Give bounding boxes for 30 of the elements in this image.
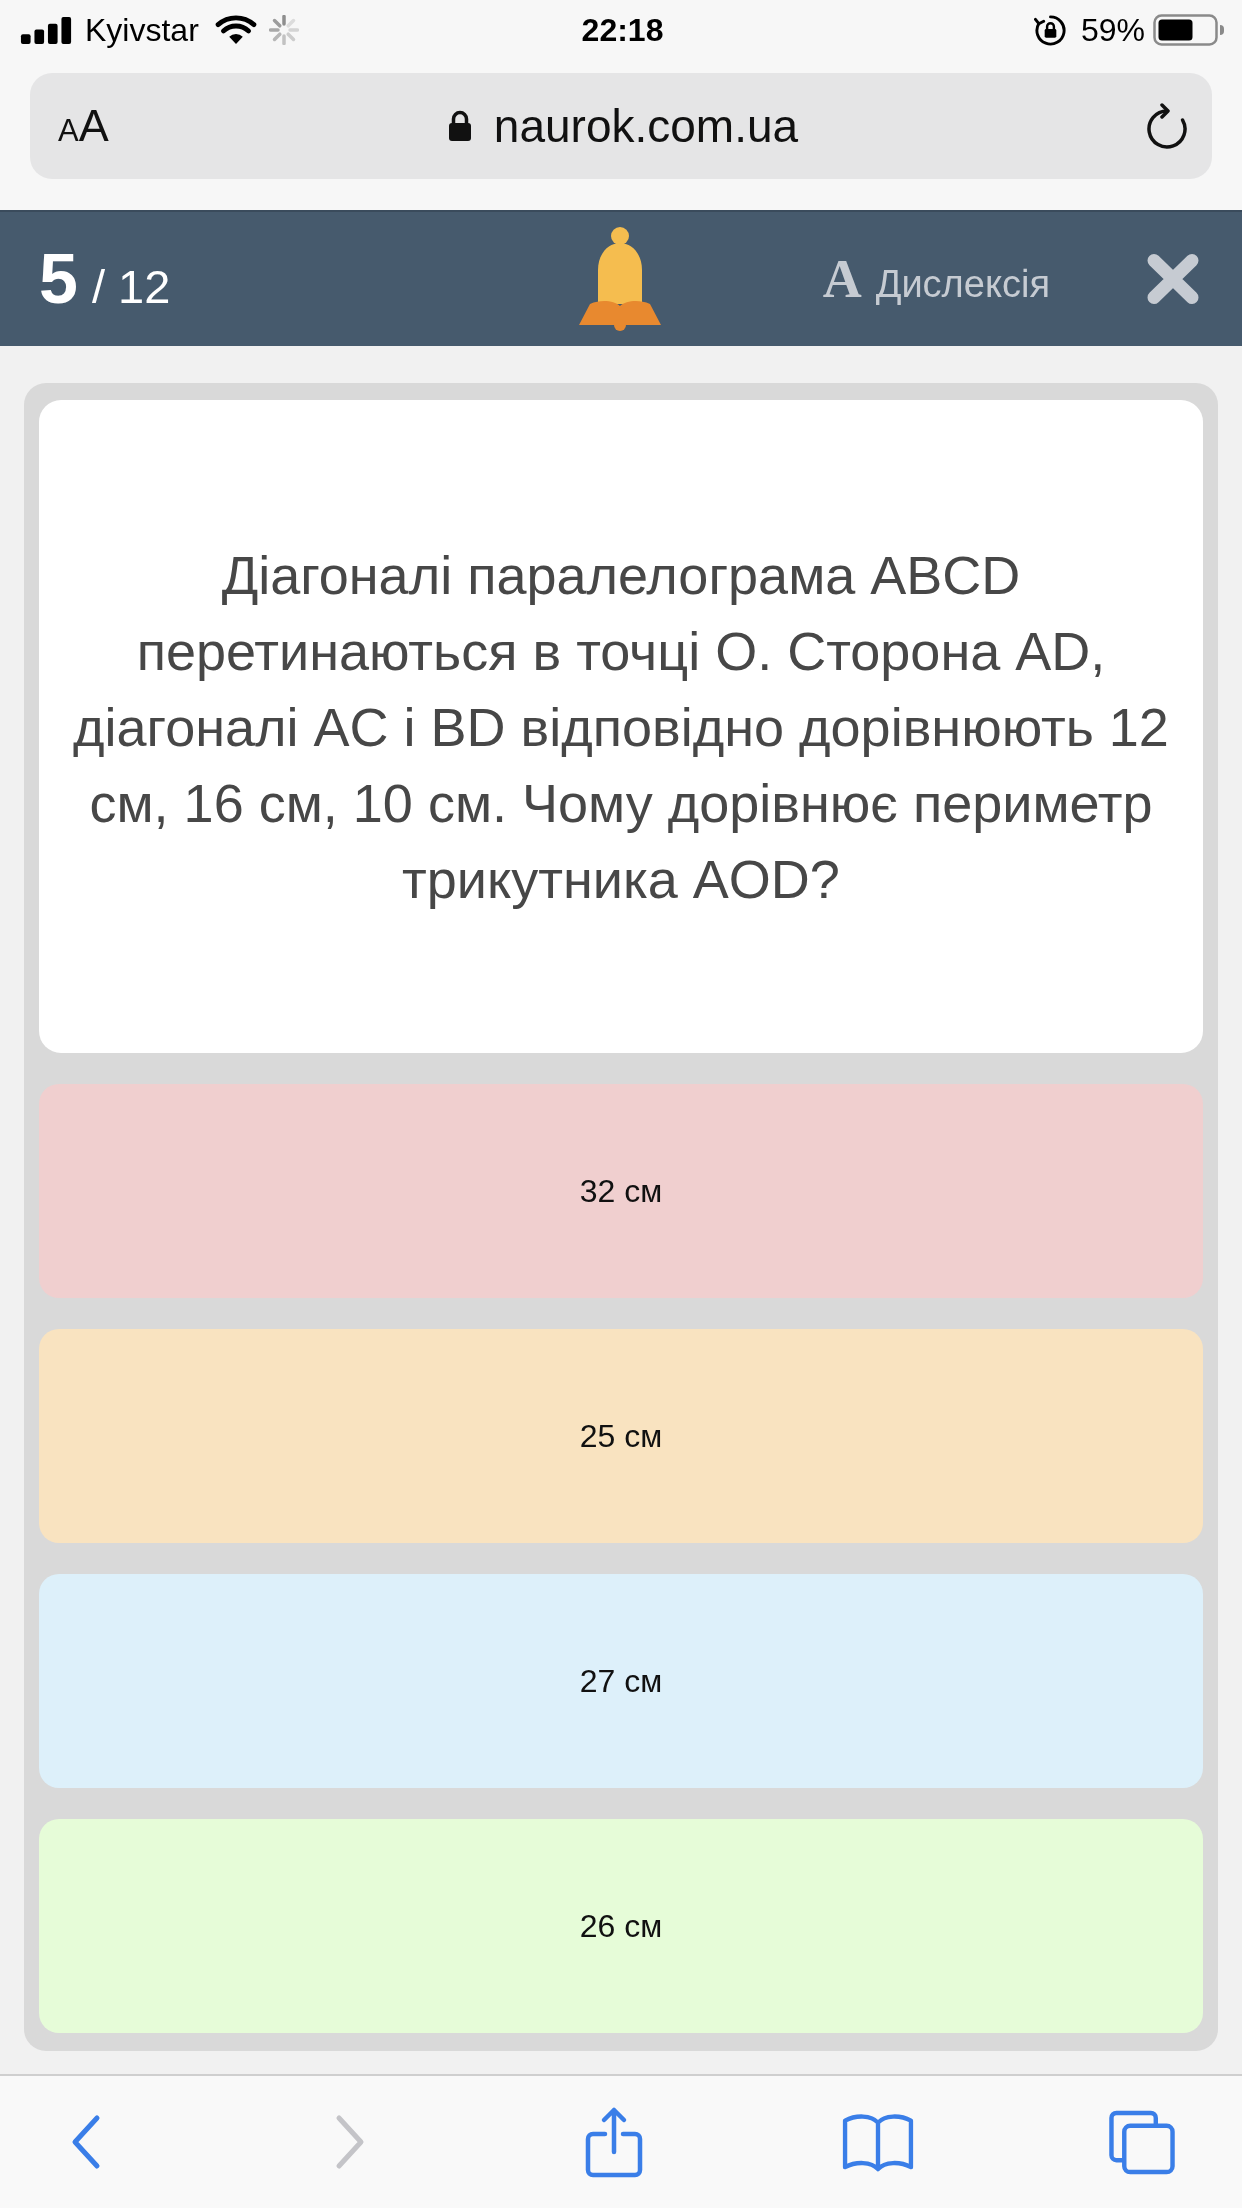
text-size-button[interactable]: AA <box>58 100 109 152</box>
signal-icon <box>20 16 73 44</box>
battery-icon <box>1153 14 1225 46</box>
share-icon <box>584 2106 644 2178</box>
url-text: naurok.com.ua <box>493 99 799 153</box>
question-total: / 12 <box>91 259 171 314</box>
reload-icon <box>1146 103 1188 149</box>
orientation-lock-icon <box>1033 13 1067 47</box>
bell-book-icon <box>577 226 662 332</box>
answer-option[interactable]: 27 см <box>39 1574 1203 1788</box>
clock-time: 22:18 <box>581 11 664 49</box>
dyslexia-button[interactable]: A Дислексія <box>822 248 1050 310</box>
lock-icon <box>447 110 472 142</box>
close-icon <box>1146 253 1200 305</box>
question-text: Діагоналі паралелограма ABCD перетинаються в точці О. Сторона AD, діагоналі AC і BD відповідно дорівнюють 12 см, 16 см, 10 см. Чому дорівнює периметр трикутника AOD? <box>72 543 1170 911</box>
carrier-name: Kyivstar <box>85 11 199 49</box>
address-bar[interactable]: AA naurok.com.ua <box>30 73 1212 179</box>
chevron-left-icon <box>70 2114 102 2170</box>
close-button[interactable] <box>1146 253 1200 305</box>
question-number: 5 <box>39 239 78 319</box>
wifi-icon <box>214 15 257 45</box>
tabs-icon <box>1108 2109 1176 2175</box>
chevron-right-icon <box>334 2114 366 2170</box>
answer-option[interactable]: 32 см <box>39 1084 1203 1298</box>
open-book-icon <box>841 2111 915 2173</box>
reload-button[interactable] <box>1146 103 1188 149</box>
battery-percent: 59% <box>1080 11 1145 49</box>
loading-spinner-icon <box>268 15 299 45</box>
answer-option[interactable]: 26 см <box>39 1819 1203 2033</box>
answer-option[interactable]: 25 см <box>39 1329 1203 1543</box>
